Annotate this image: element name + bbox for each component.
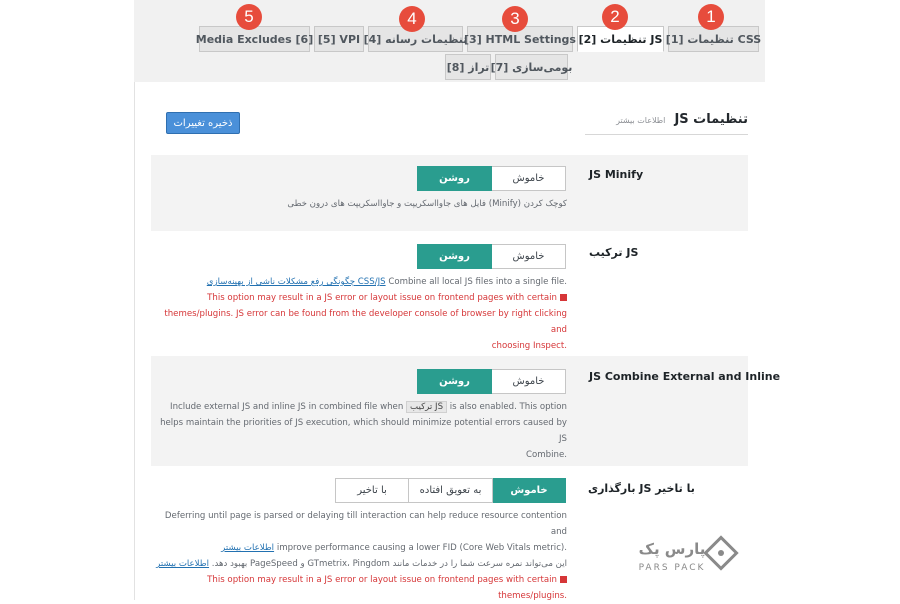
- warning-line: This option may result in a JS error or …: [150, 572, 567, 588]
- tab-vpi[interactable]: [5] VPI: [314, 26, 364, 52]
- tab-css-settings[interactable]: [1] تنظیمات CSS: [666, 26, 761, 52]
- desc-line: این می‌تواند نمره سرعت شما را در خدمات م…: [150, 556, 567, 572]
- desc-text: improve performance causing a lower FID …: [276, 543, 567, 553]
- desc-text: Combine all local JS files into a single…: [388, 277, 567, 287]
- toggle-off-js-external-inline[interactable]: خاموش: [491, 369, 566, 394]
- desc-line: Deferring until page is parsed or delayi…: [164, 511, 567, 537]
- desc-text: is also enabled. This option: [449, 402, 567, 412]
- warning-line: themes/plugins.: [498, 591, 567, 601]
- setting-desc-js-combine: چگونگی رفع مشکلات ناشی از بهینه‌سازی CSS…: [150, 274, 567, 354]
- warning-icon: [560, 576, 567, 583]
- inline-setting-chip: ترکیب JS: [406, 401, 448, 413]
- desc-text: Include external JS and inline JS in com…: [170, 402, 404, 412]
- desc-line: چگونگی رفع مشکلات ناشی از بهینه‌سازی CSS…: [150, 274, 567, 290]
- warning-text: This option may result in a JS error or …: [207, 293, 557, 303]
- setting-desc-js-defer: Deferring until page is parsed or delayi…: [150, 508, 567, 604]
- toggle-off-js-minify[interactable]: خاموش: [491, 166, 566, 191]
- setting-label-js-defer: بارگذاری JS با تاخیر: [588, 482, 695, 495]
- option-defer-off[interactable]: خاموش: [492, 478, 566, 503]
- help-link-css-js-issues[interactable]: چگونگی رفع مشکلات ناشی از بهینه‌سازی CSS…: [207, 277, 386, 287]
- tab-localization[interactable]: [7] بومی‌سازی: [491, 54, 572, 80]
- callout-badge-5: 5: [236, 4, 262, 30]
- warning-icon: [560, 294, 567, 301]
- tab-balance[interactable]: [8] تراز: [445, 54, 491, 80]
- toggle-on-js-minify[interactable]: روشن: [417, 166, 492, 191]
- logo-text-en: PARS PACK: [639, 563, 706, 573]
- desc-line: Combine.: [526, 450, 567, 460]
- more-info-link[interactable]: اطلاعات بیشتر: [221, 543, 274, 553]
- setting-desc-js-external-inline: Include external JS and inline JS in com…: [150, 399, 567, 463]
- warning-text: This option may result in a JS error or …: [207, 575, 557, 585]
- desc-line: اطلاعات بیشتر improve performance causin…: [150, 540, 567, 556]
- callout-badge-3: 3: [502, 6, 528, 32]
- desc-text: این می‌تواند نمره سرعت شما را در خدمات م…: [211, 559, 567, 569]
- setting-label-js-combine: ترکیب JS: [589, 246, 639, 259]
- warning-line: This option may result in a JS error or …: [150, 290, 567, 306]
- setting-label-js-minify: JS Minify: [589, 168, 644, 181]
- toggle-off-js-combine[interactable]: خاموش: [491, 244, 566, 269]
- save-changes-button[interactable]: ذخیره تغییرات: [166, 112, 240, 134]
- warning-line: themes/plugins. JS error can be found fr…: [164, 309, 567, 335]
- section-header: تنظیمات JS اطلاعات بیشتر: [585, 108, 748, 135]
- setting-desc-js-minify: کوچک کردن (Minify) فایل های جاوااسکریپت …: [287, 199, 567, 209]
- setting-label-js-external-inline: JS Combine External and Inline: [589, 370, 781, 383]
- option-defer-deferred[interactable]: به تعویق افتاده: [408, 478, 493, 503]
- toggle-on-js-combine[interactable]: روشن: [417, 244, 492, 269]
- section-more-info-link[interactable]: اطلاعات بیشتر: [616, 116, 665, 125]
- option-defer-delayed[interactable]: با تاخیر: [335, 478, 409, 503]
- callout-badge-1: 1: [698, 4, 724, 30]
- warning-line: choosing Inspect.: [491, 341, 567, 351]
- desc-line: helps maintain the priorities of JS exec…: [160, 418, 567, 444]
- tab-media-excludes[interactable]: Media Excludes [6]: [196, 26, 313, 52]
- tab-js-settings[interactable]: [2] تنظیمات JS: [577, 26, 664, 52]
- parspack-logo-mark: پارس پک PARS PACK: [639, 535, 739, 573]
- parspack-logo: پارس پک PARS PACK: [636, 534, 748, 578]
- logo-text-fa: پارس پک: [639, 540, 706, 559]
- callout-badge-4: 4: [399, 6, 425, 32]
- toggle-on-js-external-inline[interactable]: روشن: [417, 369, 492, 394]
- more-info-link[interactable]: اطلاعات بیشتر: [156, 559, 209, 569]
- callout-badge-2: 2: [602, 4, 628, 30]
- desc-line: Include external JS and inline JS in com…: [150, 399, 567, 415]
- section-title: تنظیمات JS: [674, 112, 748, 127]
